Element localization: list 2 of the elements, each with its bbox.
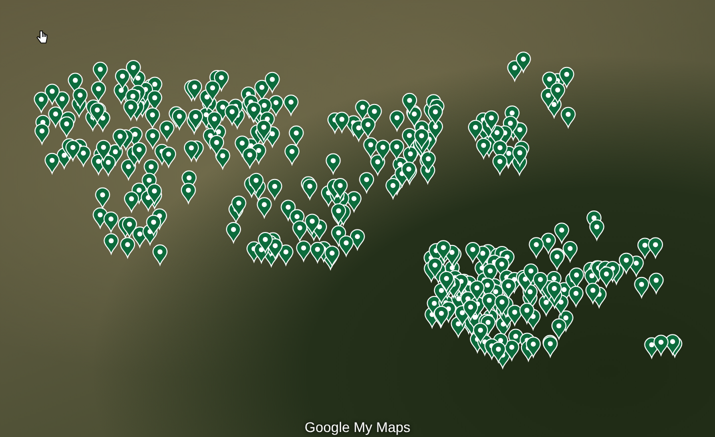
hand-cursor-icon bbox=[36, 30, 48, 44]
map-logo: Google My Maps bbox=[304, 419, 410, 435]
